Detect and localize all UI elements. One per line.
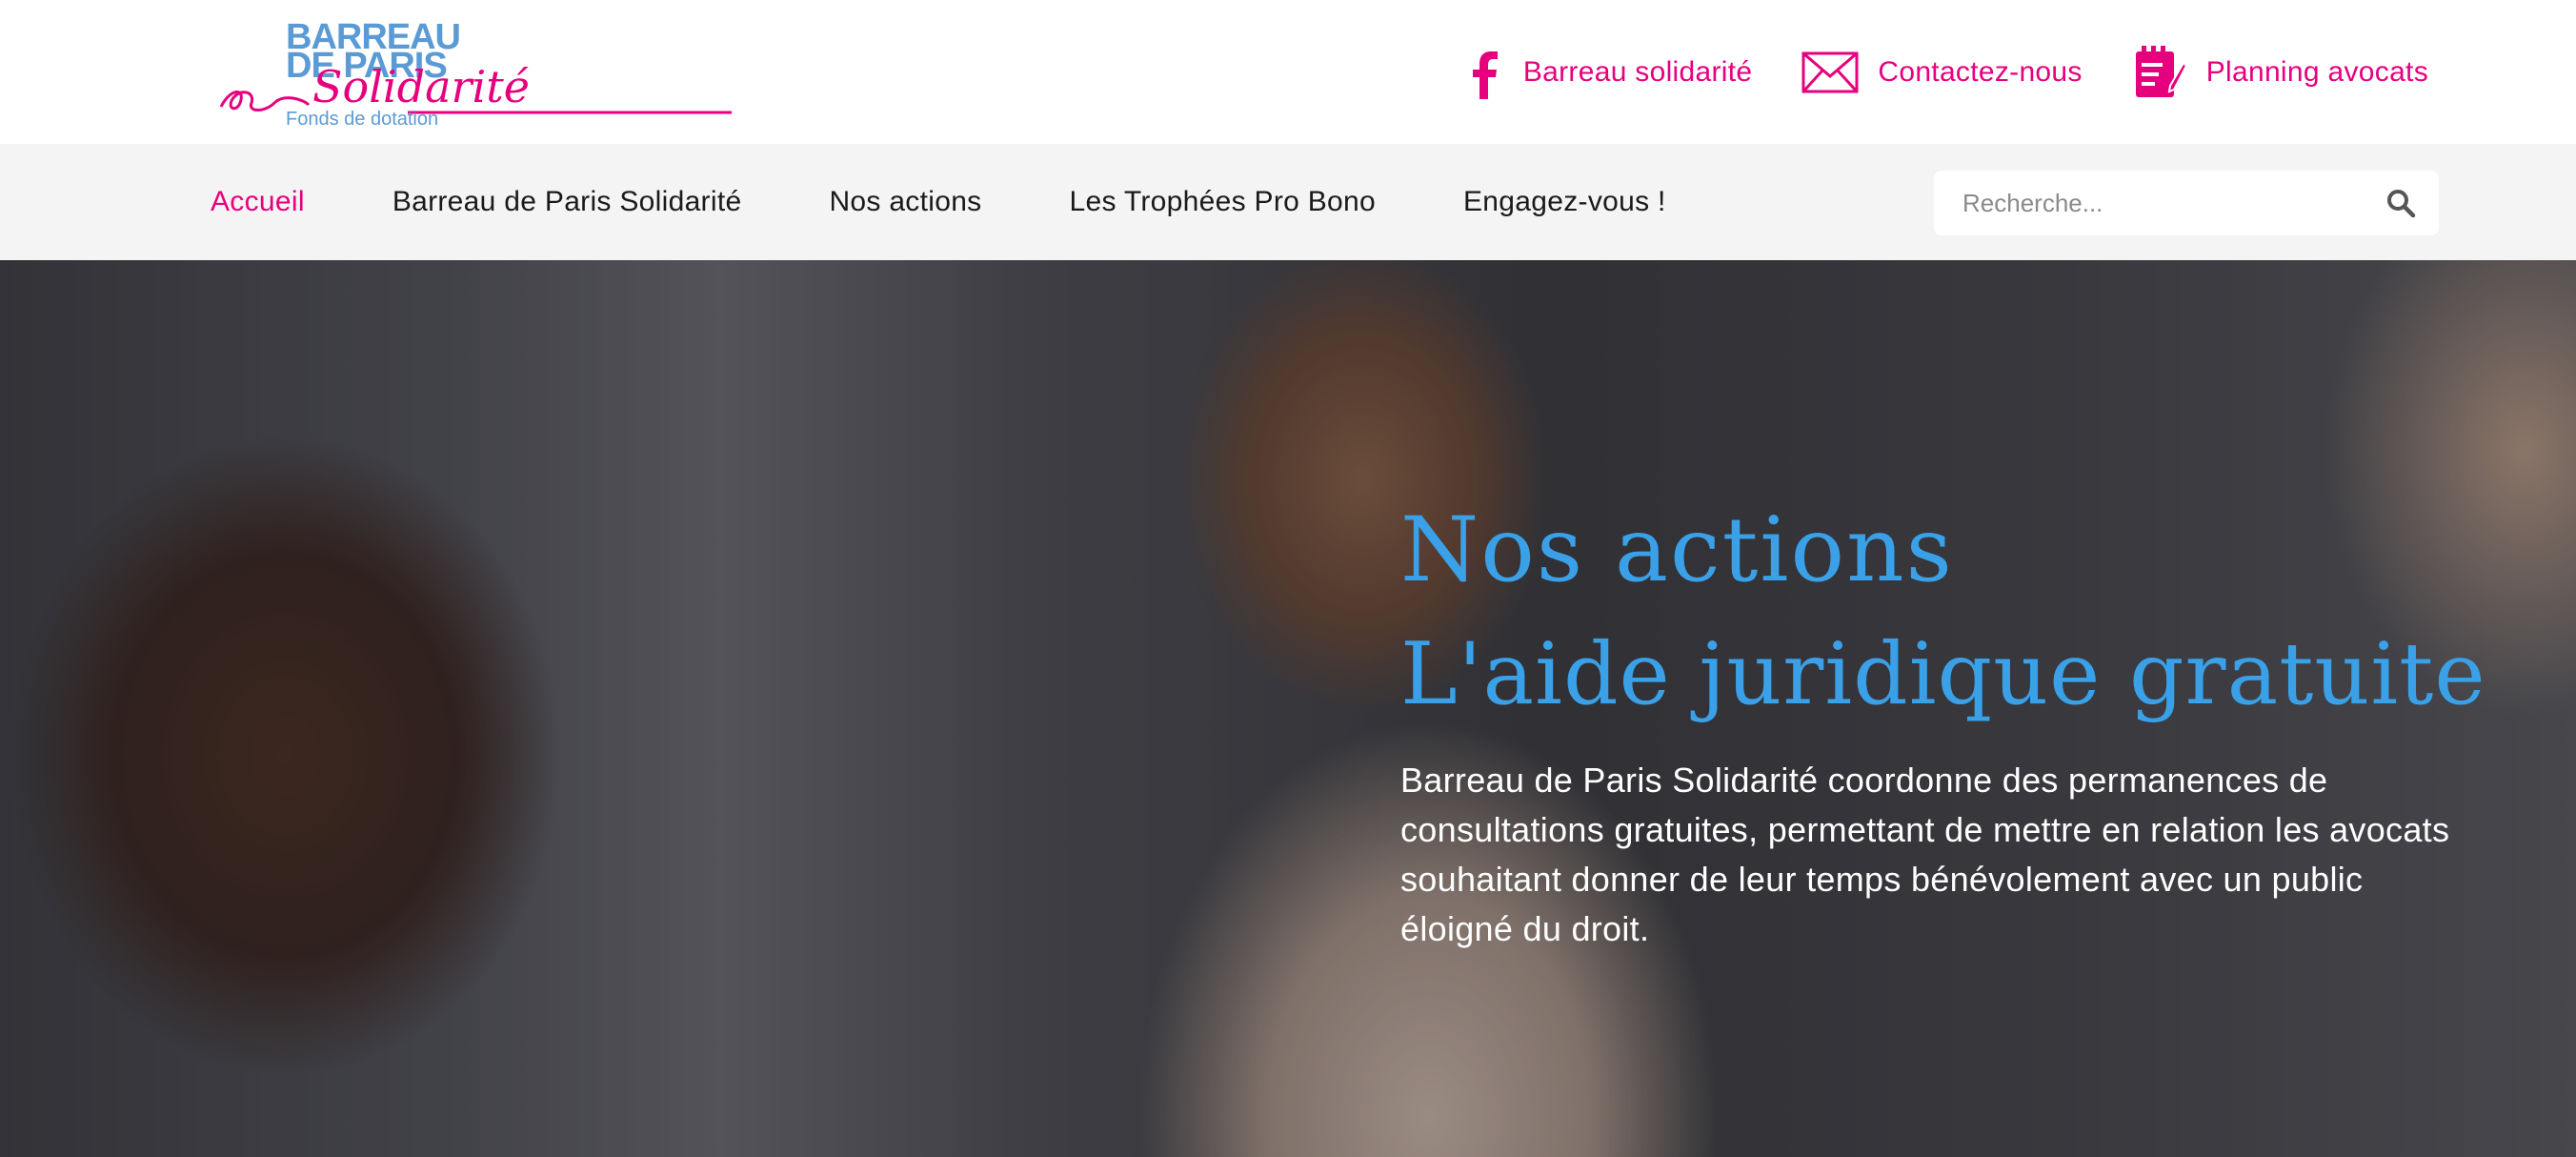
contact-link[interactable]: Contactez-nous [1801,51,2082,93]
hero-subtitle: L'aide juridique gratuite [1400,624,2486,724]
nav-menu: Accueil Barreau de Paris Solidarité Nos … [211,144,1754,260]
nav-item-engagez-vous[interactable]: Engagez-vous ! [1463,186,1666,218]
logo-subtitle: Fonds de dotation [286,109,439,130]
logo-script-text: Solidarité [312,61,530,112]
search-icon[interactable] [2385,188,2416,218]
top-header: BARREAU DE PARIS Solidarité Fonds de dot… [0,0,2576,144]
hero-banner: Nos actions L'aide juridique gratuite Ba… [0,260,2576,1157]
facebook-link-label: Barreau solidarité [1522,56,1753,88]
planning-link-label: Planning avocats [2205,56,2428,88]
contact-link-label: Contactez-nous [1878,56,2083,88]
nav-item-accueil[interactable]: Accueil [211,186,305,218]
hero-title: Nos actions [1400,498,1954,602]
nav-item-nos-actions[interactable]: Nos actions [829,186,981,218]
hero-content: Nos actions L'aide juridique gratuite Ba… [1400,498,2544,954]
site-logo[interactable]: BARREAU DE PARIS Solidarité Fonds de dot… [217,13,732,135]
planning-link[interactable]: Planning avocats [2132,44,2428,101]
hero-description: Barreau de Paris Solidarité coordonne de… [1400,761,2450,948]
envelope-icon [1801,51,1859,93]
main-navbar: Accueil Barreau de Paris Solidarité Nos … [0,144,2576,260]
search-box [1934,171,2439,235]
search-input[interactable] [1934,187,2353,219]
nav-item-trophees-pro-bono[interactable]: Les Trophées Pro Bono [1069,186,1376,218]
top-links: Barreau solidarité Contactez-nous Planni… [1417,38,2428,107]
facebook-link[interactable]: Barreau solidarité [1466,44,1753,101]
facebook-icon [1466,44,1504,101]
planning-notepad-icon [2132,44,2187,101]
nav-item-barreau-de-paris-solidarite[interactable]: Barreau de Paris Solidarité [392,186,742,218]
